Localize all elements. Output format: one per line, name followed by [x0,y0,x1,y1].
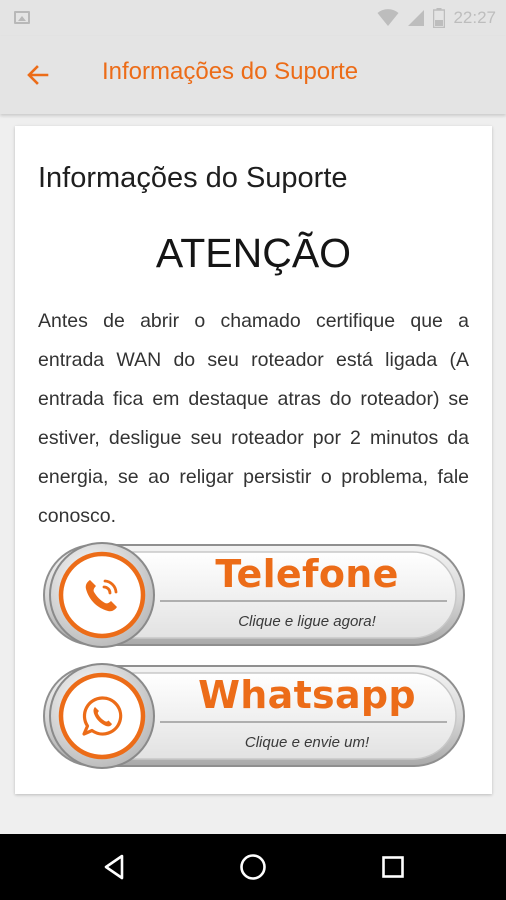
phone-icon [85,579,118,612]
app-bar: Informações do Suporte [0,36,506,114]
whatsapp-button[interactable]: Whatsapp Clique e envie um! [42,662,466,772]
attention-heading: ATENÇÃO [155,230,352,276]
nav-home-button[interactable] [237,851,269,883]
status-time: 22:27 [453,8,496,27]
image-icon [14,11,30,24]
telefone-label: Telefone [215,552,399,596]
wifi-icon [377,9,399,26]
app-bar-title: Informações do Suporte [102,58,359,85]
status-bar: 22:27 [0,0,506,36]
arrow-left-icon [27,65,49,85]
battery-icon [433,8,446,28]
nav-recents-button[interactable] [377,851,409,883]
whatsapp-icon [82,696,123,736]
card-title: Informações do Suporte [38,162,348,194]
telefone-sublabel: Clique e ligue agora! [238,613,376,630]
back-button[interactable] [22,59,54,91]
recents-square-icon [382,856,404,878]
status-icons: 22:27 [377,6,496,30]
back-triangle-icon [104,854,124,880]
notice-text: Antes de abrir o chamado certifique que … [38,310,469,527]
signal-icon [408,10,425,26]
home-circle-icon [240,854,266,880]
whatsapp-sublabel: Clique e envie um! [244,734,370,751]
support-card: Informações do Suporte ATENÇÃO Antes de … [15,126,492,794]
telefone-button[interactable]: Telefone Clique e ligue agora! [42,541,466,651]
navigation-bar [0,834,506,900]
whatsapp-label: Whatsapp [198,673,416,717]
nav-back-button[interactable] [98,851,130,883]
